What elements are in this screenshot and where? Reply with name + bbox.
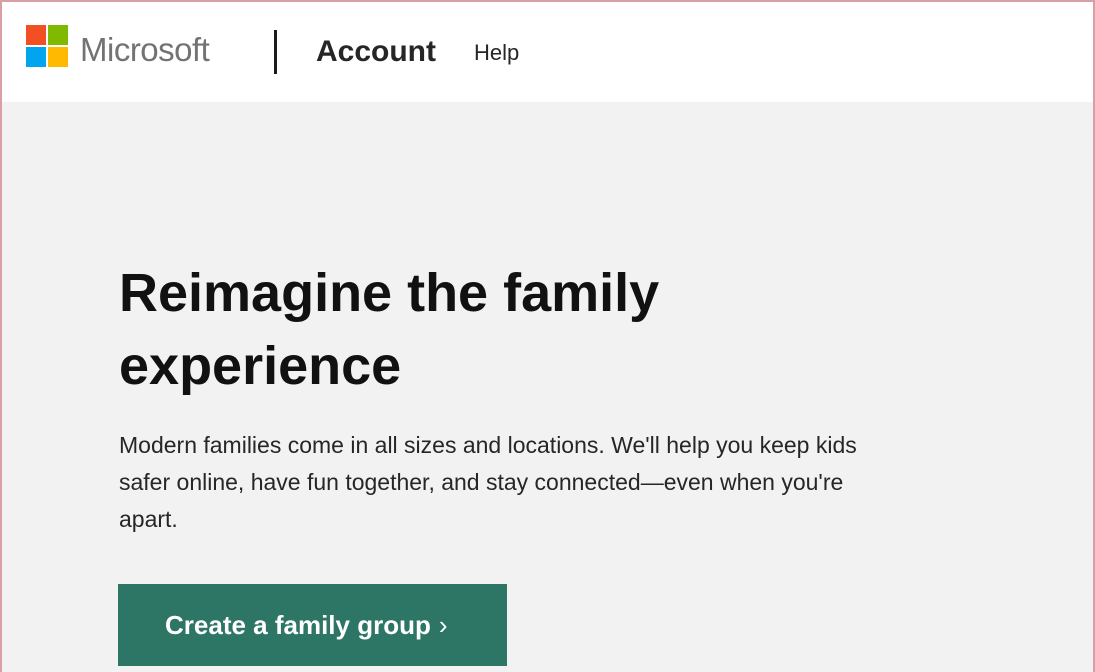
logo-square-red: [26, 25, 46, 45]
nav-account-link[interactable]: Account: [316, 33, 436, 71]
logo-square-green: [48, 25, 68, 45]
hero-title: Reimagine the family experience: [119, 257, 879, 403]
page-frame: Microsoft Account Help Reimagine the fam…: [0, 0, 1095, 672]
hero-title-line-1: Reimagine the family: [119, 263, 660, 323]
hero-description-line-2: safer online, have fun together, and sta…: [119, 469, 844, 495]
create-family-group-label: Create a family group: [165, 609, 431, 640]
hero-title-line-2: experience: [119, 336, 402, 396]
chevron-right-icon: ›: [438, 609, 448, 640]
logo-square-yellow: [48, 47, 68, 67]
hero-description-line-1: Modern families come in all sizes and lo…: [119, 432, 857, 458]
hero-description-line-3: apart.: [119, 506, 178, 532]
site-header: Microsoft Account Help: [2, 2, 1093, 102]
hero-description: Modern families come in all sizes and lo…: [119, 427, 1039, 538]
logo-square-blue: [26, 47, 46, 67]
create-family-group-button[interactable]: Create a family group ›: [118, 584, 507, 666]
microsoft-logo-icon[interactable]: [26, 25, 68, 67]
brand-name[interactable]: Microsoft: [80, 30, 210, 70]
header-divider: [274, 30, 277, 74]
nav-help-link[interactable]: Help: [474, 40, 519, 66]
